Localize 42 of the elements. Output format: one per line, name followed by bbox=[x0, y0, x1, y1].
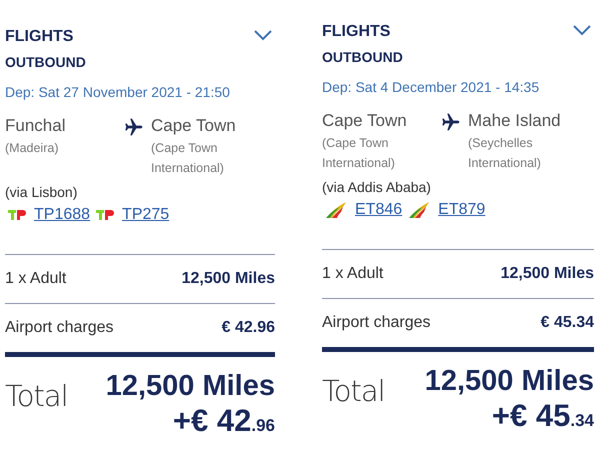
destination-airport: (Cape Town International) bbox=[151, 140, 225, 177]
departure-time: Dep: Sat 4 December 2021 - 14:35 bbox=[322, 79, 540, 95]
flight-number-link[interactable]: TP1688 bbox=[34, 206, 90, 224]
origin-airport: (Cape Town International) bbox=[322, 135, 396, 172]
airline-logo-icon bbox=[8, 209, 26, 221]
price-amount: 12,500 Miles bbox=[500, 265, 594, 283]
direction-label: OUTBOUND bbox=[322, 49, 404, 65]
chevron-down-icon[interactable] bbox=[573, 25, 591, 36]
total-miles: 12,500 Miles bbox=[106, 369, 275, 403]
airline-tail-icon bbox=[408, 201, 430, 219]
destination-airport: (Seychelles International) bbox=[468, 135, 542, 172]
price-label: Airport charges bbox=[5, 319, 114, 337]
airline-logo-icon bbox=[96, 209, 114, 221]
flight-number-link[interactable]: TP275 bbox=[122, 206, 170, 224]
via-note: (via Lisbon) bbox=[5, 184, 78, 200]
destination-city: Mahe Island bbox=[468, 111, 562, 131]
price-label: 1 x Adult bbox=[322, 265, 384, 283]
origin-city: Cape Town bbox=[322, 111, 408, 131]
airplane-icon bbox=[440, 112, 462, 132]
total-label: Total bbox=[5, 379, 68, 413]
flight-number-link[interactable]: ET879 bbox=[438, 201, 486, 219]
section-title: FLIGHTS bbox=[322, 23, 390, 41]
total-cash: +€ 45.34 bbox=[492, 398, 594, 435]
total-cash: +€ 42.96 bbox=[172, 403, 275, 440]
departure-time: Dep: Sat 27 November 2021 - 21:50 bbox=[5, 84, 231, 100]
price-label: 1 x Adult bbox=[5, 270, 66, 288]
section-title: FLIGHTS bbox=[5, 28, 74, 46]
airline-tail-icon bbox=[325, 201, 347, 219]
flight-number-link[interactable]: ET846 bbox=[355, 201, 402, 219]
destination-city: Cape Town bbox=[151, 116, 237, 136]
price-amount: € 42.96 bbox=[222, 319, 275, 337]
price-amount: 12,500 Miles bbox=[182, 270, 275, 288]
total-label: Total bbox=[322, 374, 385, 408]
via-note: (via Addis Ababa) bbox=[322, 179, 432, 195]
total-miles: 12,500 Miles bbox=[424, 364, 594, 398]
price-label: Airport charges bbox=[322, 314, 430, 332]
origin-city: Funchal bbox=[5, 116, 66, 136]
chevron-down-icon[interactable] bbox=[254, 30, 272, 41]
direction-label: OUTBOUND bbox=[5, 54, 87, 70]
price-amount: € 45.34 bbox=[540, 314, 594, 332]
origin-airport: (Madeira) bbox=[5, 140, 60, 157]
airplane-icon bbox=[123, 117, 145, 137]
